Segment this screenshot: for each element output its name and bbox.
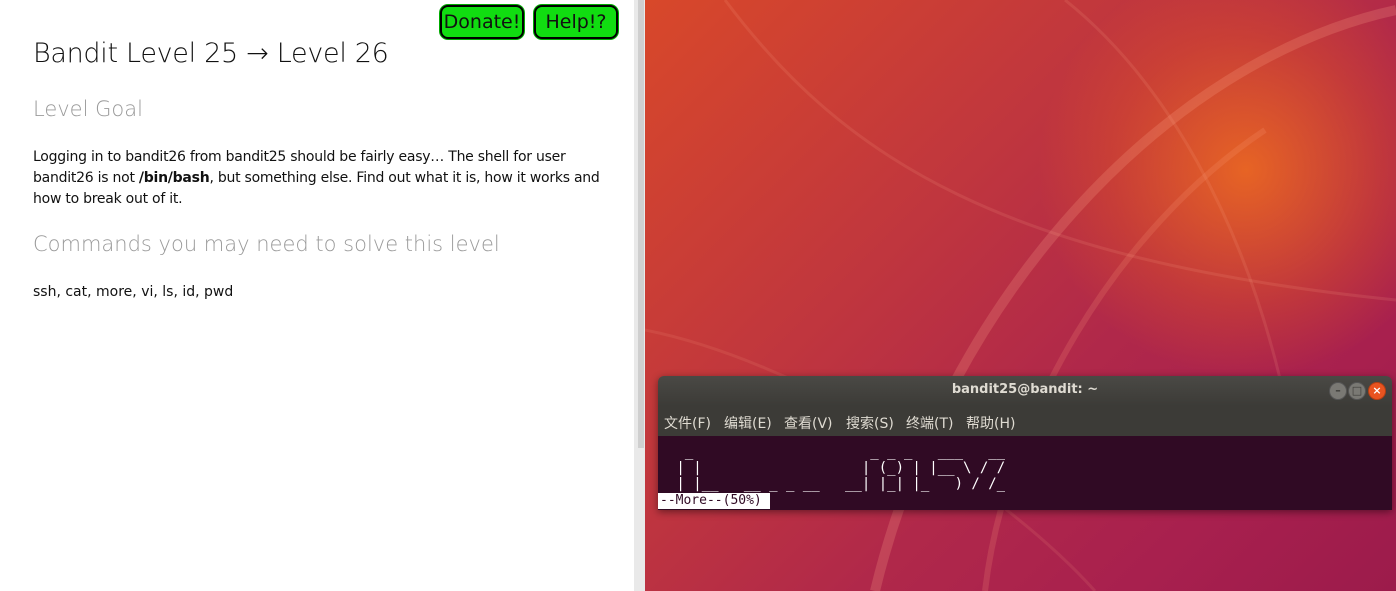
menu-view[interactable]: 查看(V)	[784, 413, 833, 433]
terminal-screen[interactable]: _ _ _ _ ___ __ | | | (_) | |__ \ / / | |…	[658, 436, 1392, 510]
page-title: Bandit Level 25 → Level 26	[33, 38, 389, 69]
help-button[interactable]: Help!?	[534, 5, 618, 39]
terminal-window[interactable]: bandit25@bandit: ~ – □ × 文件(F) 编辑(E) 查看(…	[658, 376, 1392, 510]
level-goal-heading: Level Goal	[33, 97, 143, 121]
terminal-ascii-banner: _ _ _ _ ___ __ | | | (_) | |__ \ / / | |…	[676, 444, 1006, 492]
commands-heading: Commands you may need to solve this leve…	[33, 232, 500, 256]
web-page: Donate! Help!? Bandit Level 25 → Level 2…	[0, 0, 634, 591]
menu-help[interactable]: 帮助(H)	[966, 413, 1015, 433]
page-scrollbar-thumb[interactable]	[638, 0, 644, 448]
menu-edit[interactable]: 编辑(E)	[724, 413, 772, 433]
terminal-title: bandit25@bandit: ~	[951, 382, 1099, 397]
terminal-menubar: 文件(F) 编辑(E) 查看(V) 搜索(S) 终端(T) 帮助(H)	[658, 406, 1392, 436]
more-pager-status: --More--(50%)	[658, 493, 770, 509]
close-button[interactable]: ×	[1368, 382, 1386, 400]
shell-path: /bin/bash	[138, 170, 210, 186]
menu-search[interactable]: 搜索(S)	[846, 413, 894, 433]
maximize-button[interactable]: □	[1348, 382, 1366, 400]
commands-list: ssh, cat, more, vi, ls, id, pwd	[33, 284, 234, 300]
menu-file[interactable]: 文件(F)	[664, 413, 711, 433]
level-goal-text: Logging in to bandit26 from bandit25 sho…	[33, 147, 625, 210]
minimize-button[interactable]: –	[1329, 382, 1347, 400]
terminal-titlebar[interactable]: bandit25@bandit: ~ – □ ×	[658, 376, 1392, 406]
menu-terminal[interactable]: 终端(T)	[906, 413, 953, 433]
donate-button[interactable]: Donate!	[440, 5, 524, 39]
